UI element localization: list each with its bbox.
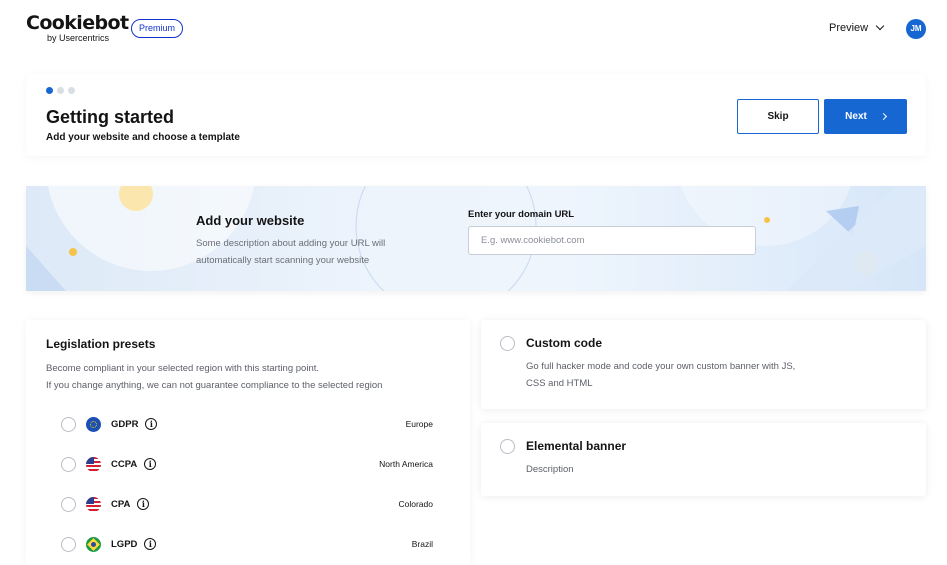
presets-description: Become compliant in your selected region… (46, 360, 382, 394)
presets-description-line-1: Become compliant in your selected region… (46, 363, 319, 374)
user-avatar[interactable]: JM (906, 19, 926, 39)
domain-url-input[interactable] (468, 226, 756, 255)
preset-ccpa[interactable]: CCPA i North America (61, 454, 433, 474)
page-title: Getting started (46, 107, 175, 127)
next-button[interactable]: Next (824, 99, 907, 134)
preset-code: GDPR (111, 418, 139, 430)
elemental-banner-description: Description (526, 464, 574, 475)
logo-subtitle: by Usercentrics (47, 33, 110, 43)
preset-gdpr[interactable]: GDPR i Europe (61, 414, 433, 434)
presets-description-line-2: If you change anything, we can not guara… (46, 380, 383, 391)
preset-cpa-radio[interactable] (61, 496, 76, 512)
preset-lgpd-radio[interactable] (61, 536, 76, 552)
next-button-label: Next (845, 111, 867, 122)
cookiebot-logo[interactable]: Cookiebot by Usercentrics (26, 12, 129, 43)
getting-started-card: Getting started Add your website and cho… (26, 74, 926, 156)
page-subtitle: Add your website and choose a template (46, 132, 240, 143)
elemental-banner-title: Elemental banner (526, 439, 627, 453)
add-website-description: Some description about adding your URL w… (196, 238, 386, 266)
preset-region: Colorado (398, 499, 434, 509)
info-icon[interactable]: i (144, 458, 157, 470)
custom-code-description: Go full hacker mode and code your own cu… (526, 361, 796, 389)
chevron-down-icon (875, 21, 885, 31)
us-flag-icon (86, 496, 101, 512)
add-website-title: Add your website (196, 213, 305, 228)
step-dot-1 (46, 87, 53, 94)
preview-label: Preview (829, 22, 869, 34)
brazil-flag-icon (86, 536, 101, 552)
legislation-presets-panel: Legislation presets Become compliant in … (26, 320, 470, 565)
elemental-banner-radio[interactable] (500, 439, 515, 454)
custom-code-option[interactable]: Custom code Go full hacker mode and code… (481, 320, 926, 409)
elemental-banner-option[interactable]: Elemental banner Description (481, 423, 926, 496)
domain-url-label: Enter your domain URL (468, 209, 575, 220)
us-flag-icon (86, 456, 101, 472)
preset-code: CCPA (111, 458, 138, 470)
custom-code-title: Custom code (526, 336, 603, 350)
preset-code: CPA (111, 498, 131, 510)
skip-button[interactable]: Skip (737, 99, 819, 134)
top-bar: Cookiebot by Usercentrics Premium Previe… (0, 0, 947, 58)
preset-ccpa-radio[interactable] (61, 456, 76, 472)
add-website-banner: Add your website Some description about … (26, 186, 926, 291)
step-dot-3 (68, 87, 75, 94)
preset-lgpd[interactable]: LGPD i Brazil (61, 534, 433, 554)
chevron-right-icon (879, 112, 887, 121)
eu-flag-icon (86, 416, 101, 432)
preset-region: Europe (405, 419, 433, 429)
preset-region: Brazil (411, 539, 433, 549)
info-icon[interactable]: i (145, 418, 158, 430)
logo-wordmark: Cookiebot (26, 12, 129, 34)
custom-code-radio[interactable] (500, 336, 515, 351)
preview-dropdown[interactable]: Preview (829, 21, 885, 34)
preset-code: LGPD (111, 538, 138, 550)
presets-title: Legislation presets (46, 337, 156, 351)
info-icon[interactable]: i (137, 498, 150, 510)
step-indicator (46, 87, 75, 94)
preset-region: North America (379, 459, 433, 469)
preset-gdpr-radio[interactable] (61, 416, 76, 432)
step-dot-2 (57, 87, 64, 94)
preset-cpa[interactable]: CPA i Colorado (61, 494, 433, 514)
info-icon[interactable]: i (144, 538, 157, 550)
premium-badge: Premium (131, 19, 184, 38)
